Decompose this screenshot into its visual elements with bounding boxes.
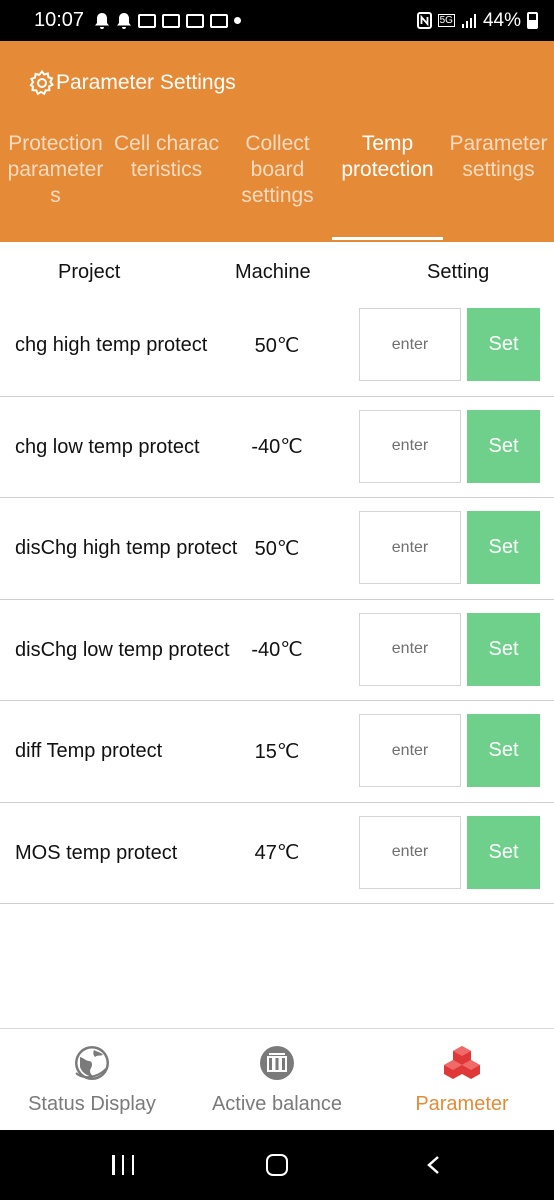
tab-temp-protection[interactable]: Temp protection <box>332 131 443 183</box>
app-header: Parameter Settings Protection parameter … <box>0 41 554 242</box>
parameter-input[interactable] <box>359 308 461 381</box>
app-notification-icon <box>162 13 181 28</box>
parameter-name: disChg high temp protect <box>15 537 238 559</box>
tab-cell-characteristics[interactable]: Cell charac teristics <box>111 131 222 183</box>
home-button[interactable] <box>266 1154 288 1176</box>
parameter-value: 15℃ <box>254 740 300 763</box>
nav-label: Status Display <box>28 1093 156 1115</box>
page-title: Parameter Settings <box>56 71 236 94</box>
parameter-name: chg high temp protect <box>15 334 208 356</box>
system-navigation-bar <box>0 1130 554 1200</box>
parameter-input[interactable] <box>359 612 461 686</box>
tab-bar: Protection parameter s Cell charac teris… <box>0 131 554 242</box>
nav-label: Active balance <box>211 1093 343 1115</box>
tab-label-line: settings <box>462 158 535 181</box>
column-header-setting: Setting <box>427 261 490 283</box>
tab-label-line: Cell charac <box>113 132 220 155</box>
battery-percent: 44% <box>482 9 521 31</box>
tab-label-line: Temp <box>361 132 414 155</box>
tab-label-line: s <box>50 184 61 207</box>
tab-label-line: teristics <box>130 158 203 181</box>
parameter-value: 50℃ <box>254 537 300 560</box>
set-button[interactable]: Set <box>467 714 540 787</box>
app-notification-icon <box>138 13 157 28</box>
parameter-input[interactable] <box>359 511 461 584</box>
balance-icon <box>260 1046 294 1080</box>
column-header-machine: Machine <box>235 261 311 283</box>
parameter-row: diff Temp protect 15℃ Set <box>0 701 554 803</box>
tab-collect-board-settings[interactable]: Collect board settings <box>222 131 333 209</box>
nav-label: Parameter <box>415 1093 509 1115</box>
app-notification-icon <box>210 13 229 28</box>
parameter-row: chg low temp protect -40℃ Set <box>0 397 554 498</box>
more-notifications-icon <box>234 17 242 24</box>
set-button[interactable]: Set <box>467 409 540 483</box>
bell-icon <box>95 12 110 29</box>
nfc-icon <box>416 12 432 29</box>
recents-button[interactable] <box>112 1155 134 1175</box>
parameter-row: MOS temp protect 47℃ Set <box>0 803 554 904</box>
set-button[interactable]: Set <box>467 815 540 889</box>
set-button[interactable]: Set <box>467 308 540 381</box>
globe-icon <box>75 1046 109 1080</box>
tab-label-line: protection <box>341 158 434 181</box>
tab-label-line: settings <box>241 184 314 207</box>
parameter-input[interactable] <box>359 714 461 787</box>
parameter-input[interactable] <box>359 815 461 889</box>
tab-protection-parameters[interactable]: Protection parameter s <box>0 131 111 209</box>
bell-icon <box>117 12 132 29</box>
set-button[interactable]: Set <box>467 612 540 686</box>
tab-label-line: board <box>250 158 305 181</box>
network-type-icon: 5G <box>437 14 455 27</box>
tab-label-line: Parameter <box>449 132 548 155</box>
notification-icons <box>94 12 242 30</box>
battery-icon <box>527 12 538 29</box>
nav-parameter[interactable]: Parameter <box>370 1029 554 1131</box>
tab-label-line: Collect <box>245 132 310 155</box>
status-time: 10:07 <box>34 9 85 31</box>
cubes-icon <box>444 1046 480 1079</box>
parameter-name: chg low temp protect <box>15 435 200 458</box>
parameter-value: -40℃ <box>251 436 303 458</box>
signal-icon <box>461 13 476 28</box>
parameter-value: -40℃ <box>251 639 303 661</box>
back-icon[interactable] <box>426 1155 440 1175</box>
parameter-value: 50℃ <box>254 334 300 357</box>
tab-label-line: parameter <box>7 158 104 181</box>
column-header-project: Project <box>58 261 121 283</box>
set-button[interactable]: Set <box>467 511 540 584</box>
parameter-list: chg high temp protect 50℃ Set chg low te… <box>0 295 554 904</box>
parameter-input[interactable] <box>359 409 461 483</box>
nav-active-balance[interactable]: Active balance <box>184 1029 370 1131</box>
tab-label-line: Protection <box>8 132 103 155</box>
parameter-name: disChg low temp protect <box>15 638 230 661</box>
active-tab-indicator <box>332 237 443 240</box>
tab-parameter-settings[interactable]: Parameter settings <box>443 131 554 183</box>
parameter-row: disChg low temp protect -40℃ Set <box>0 600 554 701</box>
app-notification-icon <box>186 13 205 28</box>
parameter-row: disChg high temp protect 50℃ Set <box>0 498 554 600</box>
status-bar: 10:07 5G 44% <box>0 0 554 41</box>
parameter-name: MOS temp protect <box>15 841 178 864</box>
gear-icon[interactable] <box>28 69 56 97</box>
nav-status-display[interactable]: Status Display <box>0 1029 184 1131</box>
parameter-value: 47℃ <box>254 842 300 864</box>
header-title-row: Parameter Settings <box>28 69 236 97</box>
parameter-name: diff Temp protect <box>15 740 163 762</box>
parameter-row: chg high temp protect 50℃ Set <box>0 295 554 397</box>
bottom-navigation: Status Display Active balance Parameter <box>0 1028 554 1130</box>
